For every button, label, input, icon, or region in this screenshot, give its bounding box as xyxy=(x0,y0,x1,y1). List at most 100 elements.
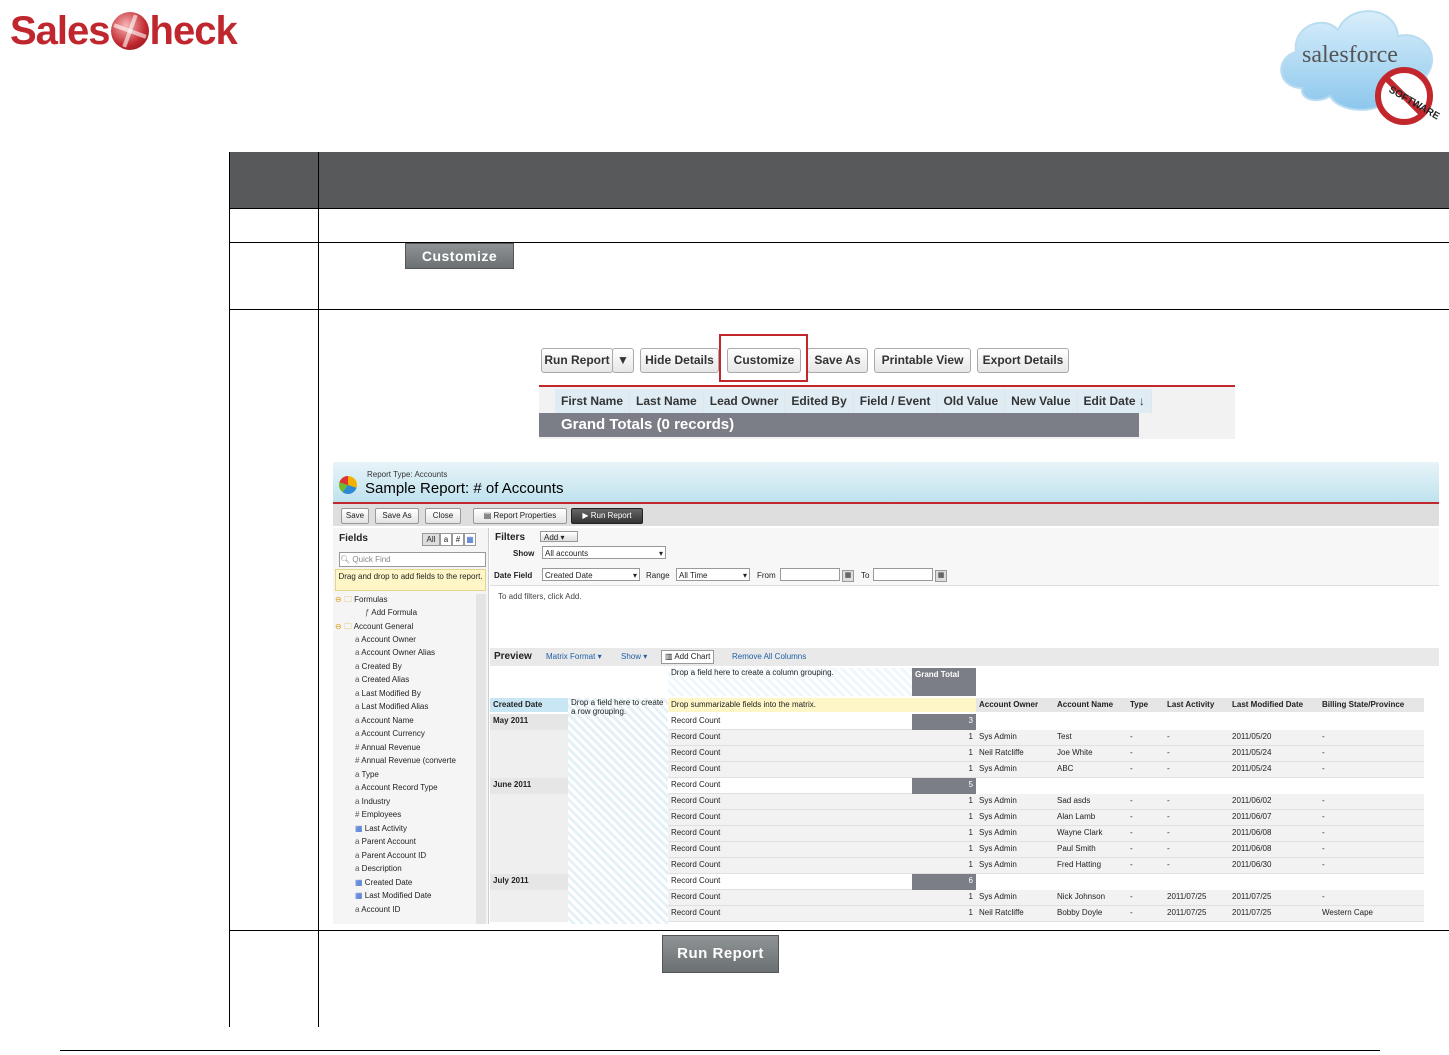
date-field-value: Created Date xyxy=(545,571,593,580)
column-header[interactable]: Old Value xyxy=(937,389,1006,413)
grand-total-header: Grand Total xyxy=(912,668,976,696)
range-select[interactable]: All Time ▾ xyxy=(676,568,750,581)
date-field-icon: ▦ xyxy=(355,823,365,833)
group-spacer xyxy=(490,858,568,874)
detail-cell: - xyxy=(1127,906,1164,922)
field-item[interactable]: # Annual Revenue xyxy=(355,743,420,752)
field-item[interactable]: a Created Alias xyxy=(355,675,409,684)
table-header-band xyxy=(229,152,1449,208)
show-select[interactable]: All accounts ▾ xyxy=(542,546,666,559)
detail-cell: 2011/05/24 xyxy=(1229,762,1319,778)
hide-details-button[interactable]: Hide Details xyxy=(640,348,719,373)
report-header-rule xyxy=(539,385,1235,387)
export-details-button[interactable]: Export Details xyxy=(977,348,1069,373)
report-builder: Report Type: Accounts Sample Report: # o… xyxy=(333,462,1439,924)
folder-field-icon: ⊖ 🗀 xyxy=(335,595,355,604)
field-item[interactable]: a Parent Account ID xyxy=(355,851,426,860)
detail-cell: - xyxy=(1319,730,1424,746)
printable-view-button[interactable]: Printable View xyxy=(874,348,971,373)
caret-down-icon[interactable]: ▼ xyxy=(612,348,634,373)
save-as-button[interactable]: Save As xyxy=(375,508,419,524)
field-item[interactable]: ▦ Last Modified Date xyxy=(355,891,431,900)
field-item[interactable]: a Type xyxy=(355,770,379,779)
record-count-label: Record Count xyxy=(668,842,912,858)
field-item[interactable]: a Created By xyxy=(355,662,402,671)
row-drop-zone[interactable]: Drop a field here to create a row groupi… xyxy=(568,698,668,924)
field-item[interactable]: # Annual Revenue (converte xyxy=(355,756,456,765)
salesforce-logo: salesforce SOFTWARE xyxy=(1280,10,1440,125)
save-as-button[interactable]: Save As xyxy=(807,348,868,373)
field-item[interactable]: ƒ Add Formula xyxy=(365,608,417,617)
record-count-label: Record Count xyxy=(668,794,912,810)
field-item[interactable]: ⊖ 🗀 Account General xyxy=(335,621,413,635)
matrix-format-label: Matrix Format xyxy=(546,652,596,661)
detail-cell: - xyxy=(1319,858,1424,874)
detail-cell: Sad asds xyxy=(1054,794,1127,810)
add-filter-button[interactable]: Add ▾ xyxy=(540,531,578,542)
field-item[interactable]: a Account Currency xyxy=(355,729,425,738)
run-report-button[interactable]: Run Report xyxy=(541,348,613,373)
to-date-input[interactable] xyxy=(873,568,933,581)
record-count-label: Record Count xyxy=(668,858,912,874)
column-header[interactable]: Edited By xyxy=(785,389,854,413)
report-column-headers: First Name Last Name Lead Owner Edited By Fi… xyxy=(539,389,1152,413)
column-header[interactable]: Field / Event xyxy=(853,389,938,413)
field-item[interactable]: a Account Name xyxy=(355,716,414,725)
field-item[interactable]: ▦ Last Activity xyxy=(355,824,407,833)
calendar-icon[interactable]: ▦ xyxy=(935,570,947,582)
matrix-format-menu[interactable]: Matrix Format ▾ xyxy=(546,652,602,661)
run-report-button[interactable]: ▶ Run Report xyxy=(571,508,643,524)
calendar-icon[interactable]: ▦ xyxy=(842,570,854,582)
fields-pane: Fields All a # ▦ 🔍︎ Quick Find Drag and … xyxy=(333,528,489,924)
detail-cell: 2011/07/25 xyxy=(1164,890,1229,906)
chart-icon: ▥ xyxy=(665,652,675,661)
filter-all-button[interactable]: All xyxy=(422,533,440,546)
detail-cell: Sys Admin xyxy=(976,794,1054,810)
detail-column-header: Last Modified Date xyxy=(1229,698,1319,712)
filter-text-button[interactable]: a xyxy=(440,533,452,546)
field-item[interactable]: a Parent Account xyxy=(355,837,416,846)
filter-number-button[interactable]: # xyxy=(452,533,464,546)
column-header[interactable]: Edit Date ↓ xyxy=(1077,389,1152,413)
field-item[interactable]: ⊖ 🗀 Formulas xyxy=(335,594,388,608)
chevron-down-icon: ▾ xyxy=(742,571,747,580)
date-field-select[interactable]: Created Date ▾ xyxy=(542,568,640,581)
add-chart-button[interactable]: ▥ Add Chart xyxy=(661,650,715,664)
column-header[interactable]: New Value xyxy=(1005,389,1078,413)
field-item[interactable]: a Last Modified Alias xyxy=(355,702,428,711)
summarize-drop-zone[interactable]: Drop summarizable fields into the matrix… xyxy=(668,698,976,712)
column-drop-zone[interactable]: Drop a field here to create a column gro… xyxy=(668,668,912,696)
field-item[interactable]: a Industry xyxy=(355,797,390,806)
table-left-border xyxy=(229,152,230,1027)
field-item[interactable]: a Account ID xyxy=(355,905,400,914)
detail-cell: - xyxy=(1319,794,1424,810)
customize-highlight xyxy=(719,334,808,382)
column-header[interactable]: First Name xyxy=(555,389,631,413)
remove-all-columns-link[interactable]: Remove All Columns xyxy=(732,652,806,661)
filter-date-button[interactable]: ▦ xyxy=(464,533,476,546)
field-item[interactable]: a Account Record Type xyxy=(355,783,438,792)
group-spacer xyxy=(490,762,568,778)
field-item[interactable]: ▦ Created Date xyxy=(355,878,412,887)
show-menu[interactable]: Show ▾ xyxy=(621,652,647,661)
field-item[interactable]: # Employees xyxy=(355,810,401,819)
save-button[interactable]: Save xyxy=(341,508,369,524)
record-count: 1 xyxy=(912,794,976,810)
from-date-input[interactable] xyxy=(780,568,840,581)
group-spacer xyxy=(490,810,568,826)
column-header[interactable]: Last Name xyxy=(630,389,704,413)
quick-find-input[interactable]: 🔍︎ Quick Find xyxy=(339,552,486,567)
report-properties-button[interactable]: ▤ Report Properties xyxy=(473,508,567,524)
field-item-label: Created Alias xyxy=(361,675,410,684)
field-item[interactable]: a Last Modified By xyxy=(355,689,421,698)
search-icon: 🔍︎ xyxy=(340,555,353,564)
customize-button-image: Customize xyxy=(405,243,514,269)
fields-scrollbar[interactable] xyxy=(476,594,486,924)
field-item[interactable]: a Account Owner Alias xyxy=(355,648,435,657)
column-header[interactable]: Lead Owner xyxy=(703,389,786,413)
close-button[interactable]: Close xyxy=(425,508,461,524)
field-item[interactable]: a Description xyxy=(355,864,402,873)
field-item[interactable]: a Account Owner xyxy=(355,635,416,644)
record-count-label: Record Count xyxy=(668,890,912,906)
detail-cell: - xyxy=(1127,794,1164,810)
